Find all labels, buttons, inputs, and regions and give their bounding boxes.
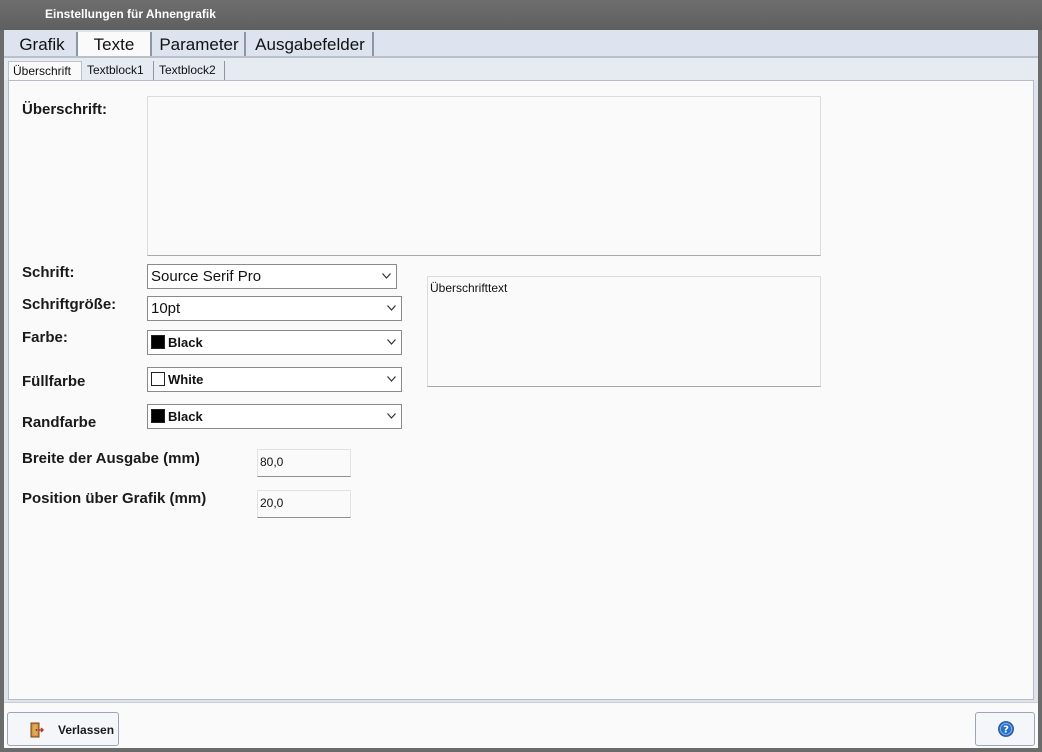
font-label: Schrift:	[22, 264, 75, 281]
color-swatch	[151, 335, 165, 349]
tab-texte[interactable]: Texte	[78, 32, 152, 58]
chevron-down-icon	[382, 273, 391, 281]
heading-text-input[interactable]	[147, 96, 821, 256]
color-select[interactable]: Black	[147, 330, 402, 355]
help-button[interactable]: ?	[975, 712, 1035, 746]
main-tab-bar: Grafik Texte Parameter Ausgabefelder	[4, 30, 1038, 58]
border-color-select[interactable]: Black	[147, 404, 402, 429]
font-size-label: Schriftgröße:	[22, 296, 117, 313]
chevron-down-icon	[387, 413, 396, 421]
heading-preview-box: Überschrifttext	[427, 276, 821, 387]
fill-color-swatch	[151, 372, 165, 386]
tab-ausgabefelder[interactable]: Ausgabefelder	[248, 32, 374, 58]
color-label: Farbe:	[22, 329, 68, 346]
color-value: Black	[168, 335, 203, 350]
fill-color-value: White	[168, 372, 204, 387]
chevron-down-icon	[387, 376, 396, 384]
font-size-value: 10pt	[151, 300, 181, 317]
sub-tab-bar: Überschrift Textblock1 Textblock2	[4, 58, 1038, 80]
chevron-down-icon	[387, 305, 396, 313]
help-icon: ?	[998, 721, 1014, 742]
heading-label: Überschrift:	[22, 101, 108, 118]
exit-door-icon	[28, 722, 45, 741]
fill-color-select[interactable]: White	[147, 367, 402, 392]
subtab-ueberschrift[interactable]: Überschrift	[8, 61, 82, 80]
border-color-value: Black	[168, 409, 203, 424]
position-label: Position über Grafik (mm)	[22, 490, 207, 507]
heading-settings-panel: Überschrift: Schrift: Source Serif Pro S…	[8, 80, 1034, 700]
subtab-textblock2[interactable]: Textblock2	[155, 61, 225, 80]
tab-grafik[interactable]: Grafik	[8, 32, 78, 58]
tab-parameter[interactable]: Parameter	[154, 32, 246, 58]
exit-button-label: Verlassen	[58, 723, 115, 737]
font-size-select[interactable]: 10pt	[147, 296, 402, 321]
subtab-textblock1[interactable]: Textblock1	[83, 61, 154, 80]
fill-color-label: Füllfarbe	[22, 373, 86, 390]
settings-window: Grafik Texte Parameter Ausgabefelder Übe…	[4, 30, 1038, 748]
chevron-down-icon	[387, 339, 396, 347]
border-color-swatch	[151, 409, 165, 423]
border-color-label: Randfarbe	[22, 414, 97, 431]
exit-button[interactable]: Verlassen	[7, 712, 119, 746]
font-select-value: Source Serif Pro	[151, 268, 262, 285]
svg-text:?: ?	[1003, 725, 1009, 736]
window-title: Einstellungen für Ahnengrafik	[0, 0, 1042, 30]
output-width-label: Breite der Ausgabe (mm)	[22, 450, 200, 467]
font-select[interactable]: Source Serif Pro	[147, 264, 397, 289]
output-width-input[interactable]: 80,0	[257, 449, 351, 477]
preview-text: Überschrifttext	[430, 281, 508, 295]
position-input[interactable]: 20,0	[257, 490, 351, 518]
footer-bar: Verlassen ?	[4, 702, 1038, 748]
